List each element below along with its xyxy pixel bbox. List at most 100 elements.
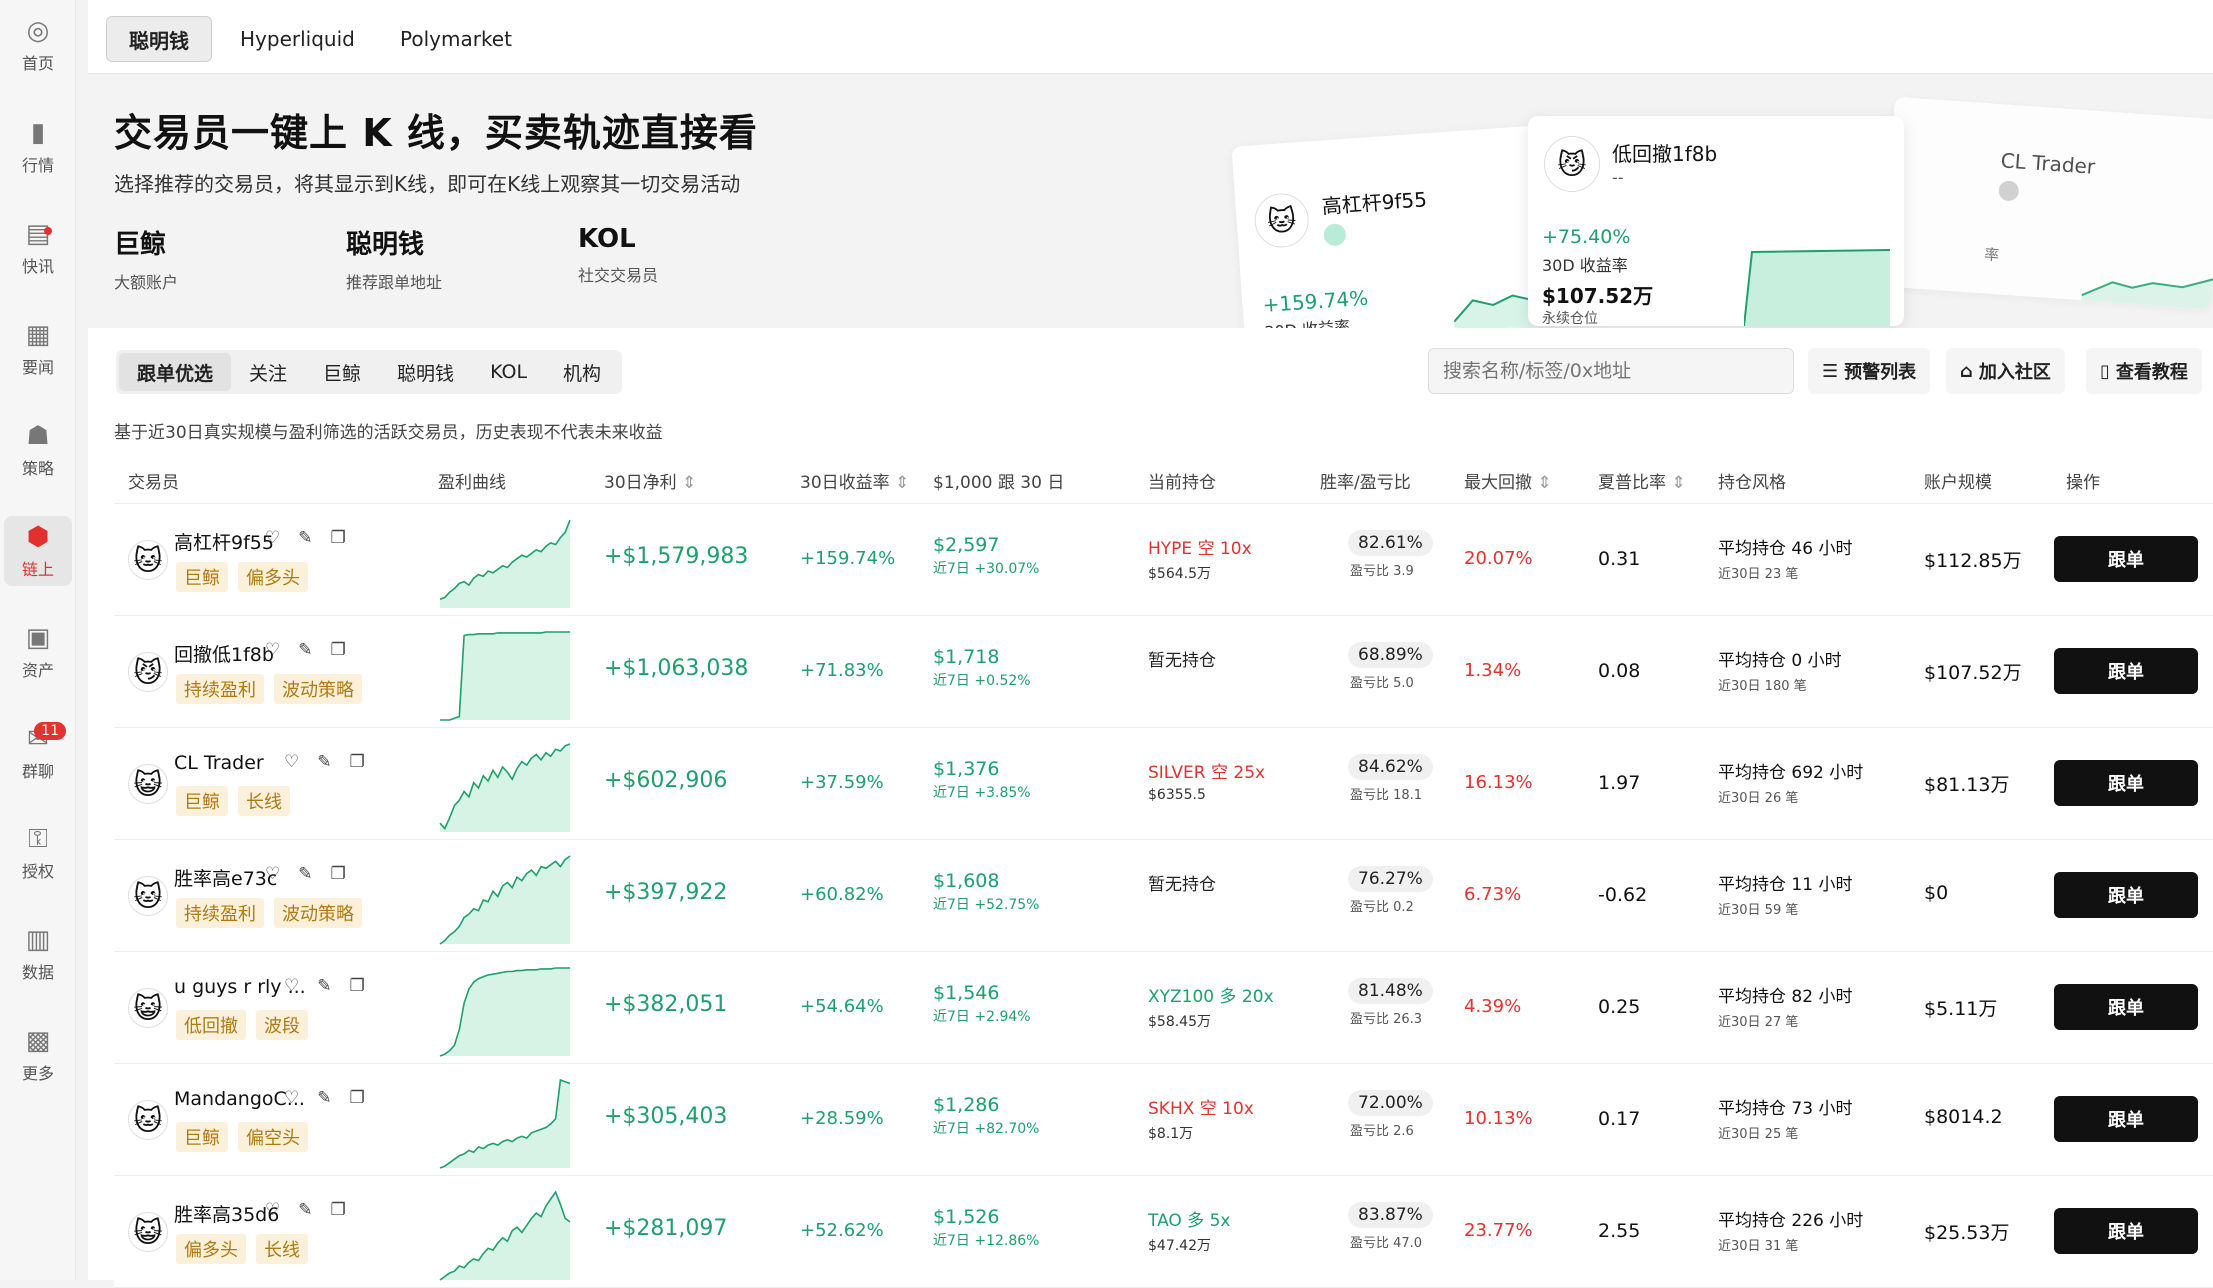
heart-icon[interactable]: ♡ <box>284 1088 299 1108</box>
filter-tabs: 跟单优选 关注 巨鲸 聪明钱 KOL 机构 <box>116 350 622 394</box>
table-row[interactable]: 😼回撤低1f8b♡✎❐持续盈利波动策略+$1,063,038+71.83%$1,… <box>114 616 2213 728</box>
edit-icon[interactable]: ✎ <box>298 1200 312 1220</box>
table-row[interactable]: 🐱高杠杆9f55♡✎❐巨鲸偏多头+$1,579,983+159.74%$2,59… <box>114 504 2213 616</box>
tab-smart-money[interactable]: 聪明钱 <box>106 16 212 62</box>
heart-icon[interactable]: ♡ <box>265 864 280 884</box>
position-value: $58.45万 <box>1148 1011 1274 1031</box>
sidebar-item-label: 策略 <box>22 455 54 479</box>
trader-actions: ♡ ✎ ❐ <box>265 640 346 660</box>
table-row[interactable]: 😺CL Trader♡✎❐巨鲸长线+$602,906+37.59%$1,376近… <box>114 728 2213 840</box>
heart-icon[interactable]: ♡ <box>265 1200 280 1220</box>
follow-button[interactable]: 跟单 <box>2054 984 2198 1030</box>
copy-icon[interactable]: ❐ <box>331 864 346 884</box>
edit-icon[interactable]: ✎ <box>298 528 312 548</box>
table-row[interactable]: 🐱MandangoC...♡✎❐巨鲸偏空头+$305,403+28.59%$1,… <box>114 1064 2213 1176</box>
filter-tab-kol[interactable]: KOL <box>472 353 545 391</box>
preview-card-cl-trader[interactable]: CL Trader 率 <box>1882 97 2213 310</box>
edit-icon[interactable]: ✎ <box>317 976 331 996</box>
sidebar-item-6[interactable]: ▣资产 <box>4 617 72 687</box>
heart-icon[interactable]: ♡ <box>265 640 280 660</box>
copy-icon[interactable]: ❐ <box>350 752 365 772</box>
follow-button[interactable]: 跟单 <box>2054 536 2198 582</box>
copy-icon[interactable]: ❐ <box>331 640 346 660</box>
trader-actions: ♡ ✎ ❐ <box>284 976 365 996</box>
trader-name[interactable]: CL Trader <box>174 752 264 774</box>
table-row[interactable]: 🐱胜率高e73c♡✎❐持续盈利波动策略+$397,922+60.82%$1,60… <box>114 840 2213 952</box>
edit-icon[interactable]: ✎ <box>298 640 312 660</box>
winrate: 76.27%盈亏比 0.2 <box>1348 866 1433 915</box>
sidebar-item-1[interactable]: ▮行情 <box>4 112 72 182</box>
grid-icon: ▩ <box>23 1026 53 1056</box>
filter-tab-following[interactable]: 关注 <box>231 353 305 391</box>
heart-icon[interactable]: ♡ <box>265 528 280 548</box>
category-whale[interactable]: 巨鲸 大额账户 <box>114 224 178 293</box>
sidebar-item-7[interactable]: ✉群聊11 <box>4 718 72 788</box>
copy-icon[interactable]: ❐ <box>331 1200 346 1220</box>
heart-icon[interactable]: ♡ <box>284 976 299 996</box>
edit-icon[interactable]: ✎ <box>298 864 312 884</box>
heart-icon[interactable]: ♡ <box>284 752 299 772</box>
trader-name[interactable]: 胜率高35d6 <box>174 1200 279 1227</box>
sort-icon: ⇕ <box>1537 473 1551 493</box>
position-label: HYPE 空 10x <box>1148 534 1252 559</box>
view-tutorial-button[interactable]: ▯查看教程 <box>2086 348 2202 394</box>
follow-button[interactable]: 跟单 <box>2054 1208 2198 1254</box>
sidebar-item-0[interactable]: ◎首页 <box>4 10 72 80</box>
roi-value: +159.74% <box>800 548 895 569</box>
hero-subtitle: 选择推荐的交易员，将其显示到K线，即可在K线上观察其一切交易活动 <box>114 168 740 197</box>
preview-card-low-drawdown[interactable]: 😼 低回撤1f8b -- +75.40% 30D 收益率 $107.52万 永续… <box>1528 116 1904 326</box>
join-community-button[interactable]: ⌂加入社区 <box>1946 348 2065 394</box>
follow-button[interactable]: 跟单 <box>2054 872 2198 918</box>
trader-name[interactable]: 高杠杆9f55 <box>174 528 274 555</box>
col-label: 30日收益率 <box>800 473 890 493</box>
table-row[interactable]: 😺u guys r rly ...♡✎❐低回撤波段+$382,051+54.64… <box>114 952 2213 1064</box>
col-drawdown[interactable]: 最大回撤 ⇕ <box>1464 468 1552 493</box>
filter-tab-smart-money[interactable]: 聪明钱 <box>379 353 472 391</box>
follow-button[interactable]: 跟单 <box>2054 760 2198 806</box>
follow-button[interactable]: 跟单 <box>2054 1096 2198 1142</box>
copy-icon[interactable]: ❐ <box>350 976 365 996</box>
position-label: TAO 多 5x <box>1148 1206 1230 1231</box>
category-smart-money[interactable]: 聪明钱 推荐跟单地址 <box>346 224 442 293</box>
copy-icon[interactable]: ❐ <box>331 528 346 548</box>
profit-loss-ratio: 盈亏比 3.9 <box>1348 560 1433 579</box>
filter-tab-institution[interactable]: 机构 <box>545 353 619 391</box>
trader-tags: 巨鲸长线 <box>176 786 290 816</box>
category-kol[interactable]: KOL 社交交易员 <box>578 224 658 286</box>
edit-icon[interactable]: ✎ <box>317 752 331 772</box>
filter-tab-recommended[interactable]: 跟单优选 <box>119 353 231 391</box>
sidebar-item-2[interactable]: ▤快讯 <box>4 213 72 283</box>
col-sharpe[interactable]: 夏普比率 ⇕ <box>1598 468 1686 493</box>
sidebar-item-3[interactable]: ▦要闻 <box>4 314 72 384</box>
sidebar-item-8[interactable]: ⚿授权 <box>4 818 72 888</box>
copy-icon[interactable]: ❐ <box>350 1088 365 1108</box>
follow-button[interactable]: 跟单 <box>2054 648 2198 694</box>
tab-polymarket[interactable]: Polymarket <box>378 16 534 62</box>
hero-section: 交易员一键上 K 线，买卖轨迹直接看 选择推荐的交易员，将其显示到K线，即可在K… <box>88 74 2213 324</box>
trader-name[interactable]: 回撤低1f8b <box>174 640 274 667</box>
position-value: $564.5万 <box>1148 563 1252 583</box>
filter-tab-whale[interactable]: 巨鲸 <box>305 353 379 391</box>
col-net-profit[interactable]: 30日净利 ⇕ <box>604 468 696 493</box>
col-roi[interactable]: 30日收益率 ⇕ <box>800 468 909 493</box>
table-row[interactable]: 😺胜率高35d6♡✎❐偏多头长线+$281,097+52.62%$1,526近7… <box>114 1176 2213 1288</box>
sidebar-item-9[interactable]: ▥数据 <box>4 919 72 989</box>
position-label: SKHX 空 10x <box>1148 1094 1254 1119</box>
sort-icon: ⇕ <box>682 473 696 493</box>
tab-hyperliquid[interactable]: Hyperliquid <box>218 16 377 62</box>
pnl-sparkline <box>438 514 572 614</box>
sidebar-item-label: 要闻 <box>22 354 54 378</box>
alert-list-button[interactable]: ☰预警列表 <box>1808 348 1930 394</box>
winrate-pill: 83.87% <box>1348 1202 1433 1228</box>
card-roi-label: 30D 收益率 <box>1542 252 1628 276</box>
search-input[interactable] <box>1428 348 1794 394</box>
cat-avatar-icon: 😼 <box>1544 136 1600 192</box>
trader-name[interactable]: 胜率高e73c <box>174 864 277 891</box>
trader-avatar-icon: 🐱 <box>128 876 168 916</box>
trade-count: 近30日 31 笔 <box>1718 1235 1863 1254</box>
edit-icon[interactable]: ✎ <box>317 1088 331 1108</box>
winrate: 72.00%盈亏比 2.6 <box>1348 1090 1433 1139</box>
sidebar-item-4[interactable]: ☗策略 <box>4 415 72 485</box>
sidebar-item-10[interactable]: ▩更多 <box>4 1020 72 1090</box>
sidebar-item-5[interactable]: ⬢链上 <box>4 516 72 586</box>
